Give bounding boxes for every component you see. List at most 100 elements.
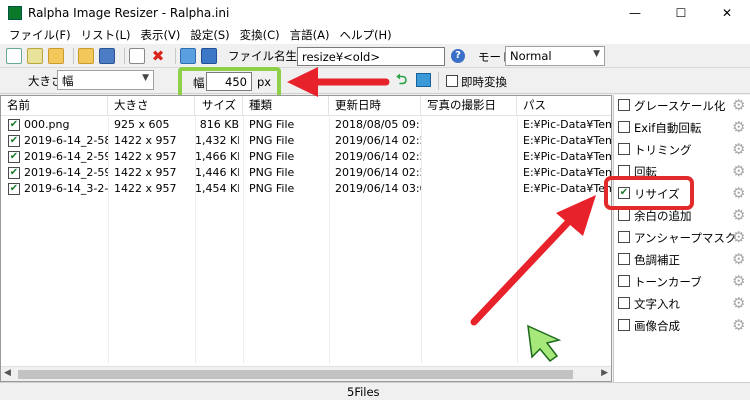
size-select[interactable]: 幅 ▼	[57, 70, 154, 90]
step-checkbox[interactable]	[618, 209, 630, 221]
rule-input[interactable]	[297, 47, 445, 66]
file-taken	[427, 117, 515, 133]
open-folder-icon[interactable]	[78, 47, 94, 64]
toolbar-divider	[124, 47, 125, 64]
step-label: 余白の追加	[634, 209, 692, 223]
file-type: PNG File	[249, 118, 295, 131]
convert-icon[interactable]	[180, 47, 196, 64]
menu-file[interactable]: ファイル(F)	[4, 27, 76, 43]
file-count: 5Files	[347, 385, 380, 399]
step-checkbox[interactable]	[618, 253, 630, 265]
gear-icon[interactable]: ⚙	[732, 318, 745, 333]
menu-help[interactable]: ヘルプ(H)	[334, 27, 396, 43]
column-header-modified[interactable]: 更新日時	[329, 96, 421, 116]
step-checkbox[interactable]	[618, 319, 630, 331]
remove-file-icon[interactable]	[129, 47, 145, 64]
step-trimming[interactable]: トリミング ⚙	[614, 139, 750, 161]
column-header-name[interactable]: 名前	[1, 96, 108, 116]
file-taken	[427, 149, 515, 165]
instant-convert-checkbox[interactable]	[446, 75, 458, 87]
scroll-right-icon[interactable]: ▶	[601, 368, 608, 378]
column-header-taken[interactable]: 写真の撮影日	[421, 96, 517, 116]
file-dimensions: 1422 x 957	[114, 182, 177, 195]
close-button[interactable]: ✕	[704, 0, 750, 26]
file-size: 816 KB	[199, 118, 239, 131]
menu-settings[interactable]: 設定(S)	[185, 27, 234, 43]
step-exif-rotate[interactable]: Exif自動回転 ⚙	[614, 117, 750, 139]
toolbar-divider	[175, 47, 176, 64]
file-list-header: 名前 大きさ サイズ 種類 更新日時 写真の撮影日 パス	[1, 96, 611, 116]
gear-icon[interactable]: ⚙	[732, 186, 745, 201]
step-checkbox[interactable]	[618, 143, 630, 155]
step-checkbox[interactable]	[618, 121, 630, 133]
file-type: PNG File	[249, 150, 295, 163]
add-files-icon[interactable]	[27, 47, 43, 64]
size-value: 幅	[62, 74, 74, 88]
mode-select[interactable]: Normal ▼	[505, 46, 605, 66]
table-row[interactable]: ✔ 2019-6-14_2-59... 1422 x 957 1,446 KB …	[1, 165, 611, 181]
row-checkbox[interactable]: ✔	[8, 167, 20, 179]
row-checkbox[interactable]: ✔	[8, 151, 20, 163]
menu-language[interactable]: 言語(A)	[285, 27, 335, 43]
step-checkbox[interactable]	[618, 99, 630, 111]
step-tone-curve[interactable]: トーンカーブ ⚙	[614, 271, 750, 293]
step-checkbox[interactable]	[618, 231, 630, 243]
help-icon[interactable]: ?	[451, 49, 465, 63]
add-folder-icon[interactable]	[48, 47, 64, 64]
delete-icon[interactable]: ✖	[150, 48, 166, 64]
save-list-icon[interactable]	[99, 47, 115, 64]
menu-view[interactable]: 表示(V)	[135, 27, 185, 43]
fit-icon[interactable]	[201, 47, 217, 64]
gear-icon[interactable]: ⚙	[732, 120, 745, 135]
scroll-left-icon[interactable]: ◀	[4, 368, 11, 378]
step-image-composite[interactable]: 画像合成 ⚙	[614, 315, 750, 337]
column-header-dimensions[interactable]: 大きさ	[108, 96, 195, 116]
new-list-icon[interactable]	[6, 47, 22, 64]
file-modified: 2019/06/14 02:59	[335, 166, 421, 179]
file-list[interactable]: 名前 大きさ サイズ 種類 更新日時 写真の撮影日 パス ✔ 000.png 9…	[0, 95, 612, 382]
table-row[interactable]: ✔ 000.png 925 x 605 816 KB PNG File 2018…	[1, 117, 611, 133]
resize-highlight	[604, 176, 694, 210]
gear-icon[interactable]: ⚙	[732, 230, 745, 245]
table-row[interactable]: ✔ 2019-6-14_2-59... 1422 x 957 1,466 KB …	[1, 149, 611, 165]
step-checkbox[interactable]	[618, 275, 630, 287]
row-checkbox[interactable]: ✔	[8, 183, 20, 195]
gear-icon[interactable]: ⚙	[732, 98, 745, 113]
file-modified: 2019/06/14 03:02	[335, 182, 421, 195]
scroll-thumb[interactable]	[18, 370, 573, 379]
step-text[interactable]: 文字入れ ⚙	[614, 293, 750, 315]
step-unsharp-mask[interactable]: アンシャープマスク ⚙	[614, 227, 750, 249]
table-row[interactable]: ✔ 2019-6-14_2-58... 1422 x 957 1,432 KB …	[1, 133, 611, 149]
step-grayscale[interactable]: グレースケール化 ⚙	[614, 95, 750, 117]
rotate-icon[interactable]: ⮌	[396, 73, 410, 87]
column-header-path[interactable]: パス	[517, 96, 611, 116]
gear-icon[interactable]: ⚙	[732, 208, 745, 223]
minimize-button[interactable]: —	[612, 0, 658, 26]
gear-icon[interactable]: ⚙	[732, 164, 745, 179]
gear-icon[interactable]: ⚙	[732, 296, 745, 311]
step-label: 画像合成	[634, 319, 680, 333]
file-modified: 2019/06/14 02:59	[335, 150, 421, 163]
menu-convert[interactable]: 変換(C)	[235, 27, 285, 43]
table-row[interactable]: ✔ 2019-6-14_3-2-... 1422 x 957 1,454 KB …	[1, 181, 611, 197]
row-checkbox[interactable]: ✔	[8, 135, 20, 147]
gear-icon[interactable]: ⚙	[732, 274, 745, 289]
row-checkbox[interactable]: ✔	[8, 119, 20, 131]
step-color-correction[interactable]: 色調補正 ⚙	[614, 249, 750, 271]
gear-icon[interactable]: ⚙	[732, 142, 745, 157]
file-modified: 2019/06/14 02:58	[335, 134, 421, 147]
menu-list[interactable]: リスト(L)	[76, 27, 136, 43]
chevron-down-icon: ▼	[593, 49, 600, 59]
image-icon[interactable]	[416, 73, 431, 87]
gear-icon[interactable]: ⚙	[732, 252, 745, 267]
width-input[interactable]	[206, 72, 252, 91]
title-bar: Ralpha Image Resizer - Ralpha.ini — ☐ ✕	[0, 0, 750, 26]
file-size: 1,454 KB	[195, 182, 239, 195]
file-type: PNG File	[249, 182, 295, 195]
horizontal-scrollbar[interactable]: ◀ ▶	[1, 366, 611, 381]
menu-bar: ファイル(F) リスト(L) 表示(V) 設定(S) 変換(C) 言語(A) ヘ…	[0, 26, 750, 44]
maximize-button[interactable]: ☐	[658, 0, 704, 26]
step-checkbox[interactable]	[618, 297, 630, 309]
column-header-type[interactable]: 種類	[243, 96, 329, 116]
column-header-size[interactable]: サイズ	[195, 96, 243, 116]
